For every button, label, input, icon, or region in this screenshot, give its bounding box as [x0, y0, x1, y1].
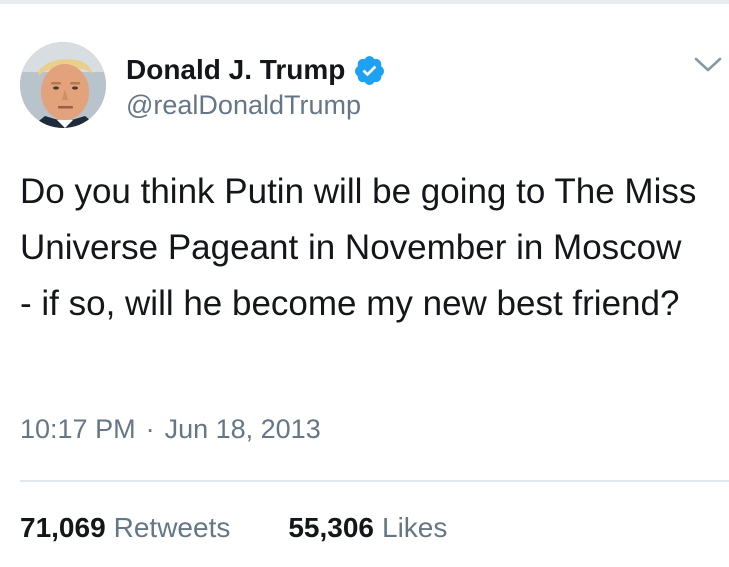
tweet-stats: 71,069 Retweets 55,306 Likes	[20, 512, 447, 544]
likes-count: 55,306	[288, 512, 374, 543]
tweet-time: 10:17 PM	[20, 414, 136, 444]
retweets-stat[interactable]: 71,069 Retweets	[20, 512, 230, 544]
avatar[interactable]	[20, 42, 106, 128]
timestamp-separator: ·	[145, 414, 155, 444]
likes-stat[interactable]: 55,306 Likes	[288, 512, 447, 544]
author-name-row: Donald J. Trump	[126, 52, 386, 88]
retweets-count: 71,069	[20, 512, 106, 543]
avatar-image	[20, 42, 106, 128]
tweet-text: Do you think Putin will be going to The …	[20, 172, 697, 323]
author-handle[interactable]: @realDonaldTrump	[126, 90, 361, 121]
tweet-date: Jun 18, 2013	[164, 414, 321, 444]
tweet-timestamp[interactable]: 10:17 PM · Jun 18, 2013	[20, 414, 321, 445]
retweets-label: Retweets	[113, 512, 231, 543]
chevron-down-icon[interactable]	[693, 52, 723, 76]
author-display-name[interactable]: Donald J. Trump	[126, 54, 345, 86]
likes-label: Likes	[382, 512, 448, 543]
stats-divider	[20, 480, 729, 482]
verified-badge-icon	[353, 54, 386, 87]
tweet-header: Donald J. Trump @realDonaldTrump	[0, 0, 729, 140]
